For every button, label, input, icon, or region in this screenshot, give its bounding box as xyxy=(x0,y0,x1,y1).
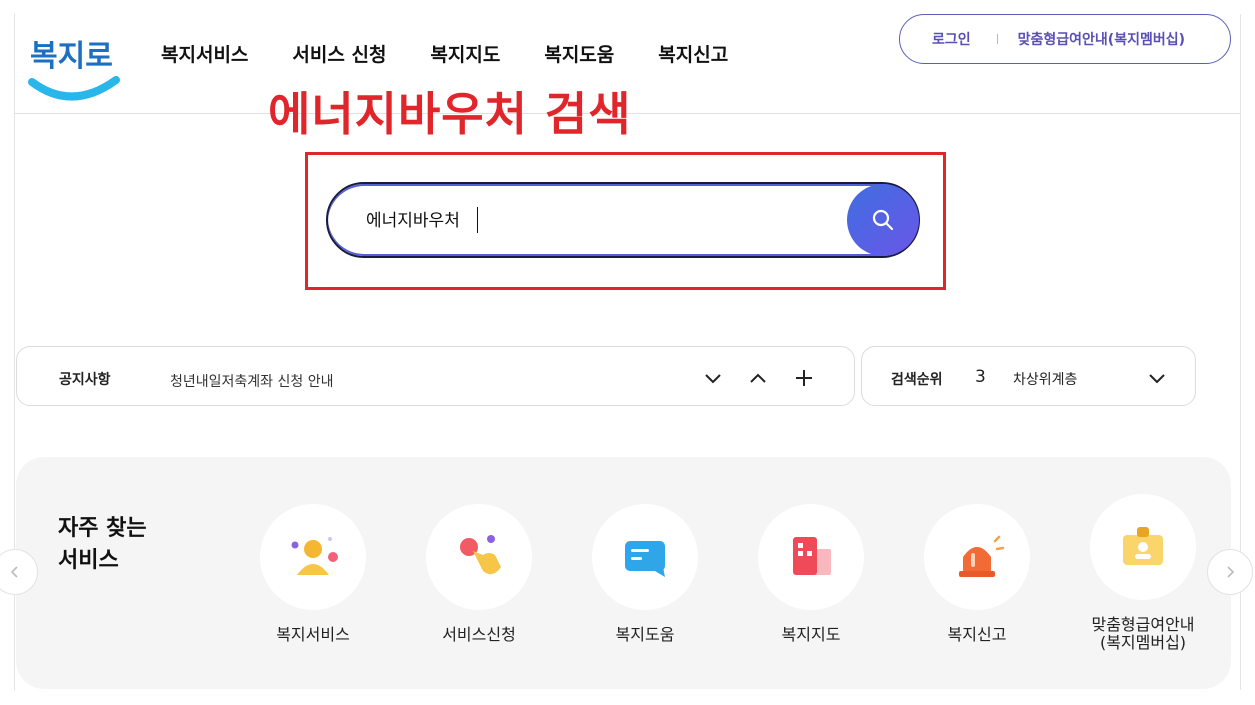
search-icon xyxy=(872,209,894,231)
frequent-services-panel: 자주 찾는 서비스 복지서비스 서비스신청 복지도움 복지지도 복지신고 맞춤형… xyxy=(16,457,1231,689)
search-rank-box: 검색순위 3 차상위계층 xyxy=(861,346,1196,406)
rank-keyword[interactable]: 차상위계층 xyxy=(1013,369,1077,389)
service-welfare[interactable]: 복지서비스 xyxy=(243,504,383,644)
service-help[interactable]: 복지도움 xyxy=(575,504,715,644)
nav-service-apply[interactable]: 서비스 신청 xyxy=(292,40,386,67)
nav-welfare-report[interactable]: 복지신고 xyxy=(658,40,728,67)
text-cursor xyxy=(477,207,478,233)
service-apply[interactable]: 서비스신청 xyxy=(409,504,549,644)
annotation-title: 에너지바우처 검색 xyxy=(268,87,632,141)
chevron-right-icon xyxy=(1227,566,1235,578)
svg-text:복지로: 복지로 xyxy=(30,39,113,74)
logo[interactable]: 복지로 xyxy=(28,26,120,110)
service-label: 복지서비스 xyxy=(276,625,350,644)
main-nav: 복지서비스 서비스 신청 복지지도 복지도움 복지신고 xyxy=(161,40,728,67)
person-icon xyxy=(291,537,338,575)
search-input[interactable] xyxy=(366,208,806,228)
service-icon-circle xyxy=(1090,494,1196,600)
service-icon-circle xyxy=(758,504,864,610)
alarm-siren-icon xyxy=(959,535,1005,577)
service-label: 복지지도 xyxy=(781,625,841,644)
divider xyxy=(996,34,998,44)
carousel-next-button[interactable] xyxy=(1207,549,1253,595)
hand-pointer-icon xyxy=(460,535,501,575)
notice-bar: 공지사항 청년내일저축계좌 신청 안내 xyxy=(16,346,855,406)
service-map[interactable]: 복지지도 xyxy=(741,504,881,644)
membership-link[interactable]: 맞춤형급여안내(복지멤버십) xyxy=(1018,29,1185,49)
rank-number: 3 xyxy=(975,367,986,387)
chevron-up-icon[interactable] xyxy=(747,367,769,389)
notice-text[interactable]: 청년내일저축계좌 신청 안내 xyxy=(170,371,333,391)
search-bar xyxy=(326,182,920,258)
service-icon-circle xyxy=(592,504,698,610)
plus-icon[interactable] xyxy=(793,367,815,389)
message-icon xyxy=(625,541,665,577)
service-label: 복지신고 xyxy=(947,625,1007,644)
service-label: 서비스신청 xyxy=(442,625,516,644)
id-card-icon xyxy=(1123,527,1163,565)
rank-label: 검색순위 xyxy=(891,372,943,388)
building-icon xyxy=(793,537,831,575)
user-utility-bar: 로그인 맞춤형급여안내(복지멤버십) xyxy=(899,14,1231,64)
service-report[interactable]: 복지신고 xyxy=(907,504,1047,644)
service-icon-circle xyxy=(426,504,532,610)
nav-welfare-service[interactable]: 복지서비스 xyxy=(161,40,248,67)
service-label: 복지도움 xyxy=(615,625,675,644)
nav-welfare-map[interactable]: 복지지도 xyxy=(430,40,500,67)
chevron-down-icon[interactable] xyxy=(702,367,724,389)
nav-welfare-help[interactable]: 복지도움 xyxy=(544,40,614,67)
service-label: 맞춤형급여안내 (복지멤버십) xyxy=(1091,615,1195,652)
services-title: 자주 찾는 서비스 xyxy=(58,516,147,573)
notice-label: 공지사항 xyxy=(59,372,111,388)
chevron-left-icon xyxy=(10,566,18,578)
service-icon-circle xyxy=(924,504,1030,610)
login-link[interactable]: 로그인 xyxy=(932,29,971,49)
search-button[interactable] xyxy=(847,184,919,256)
service-membership[interactable]: 맞춤형급여안내 (복지멤버십) xyxy=(1073,494,1213,652)
service-icon-circle xyxy=(260,504,366,610)
chevron-down-icon[interactable] xyxy=(1146,367,1168,389)
